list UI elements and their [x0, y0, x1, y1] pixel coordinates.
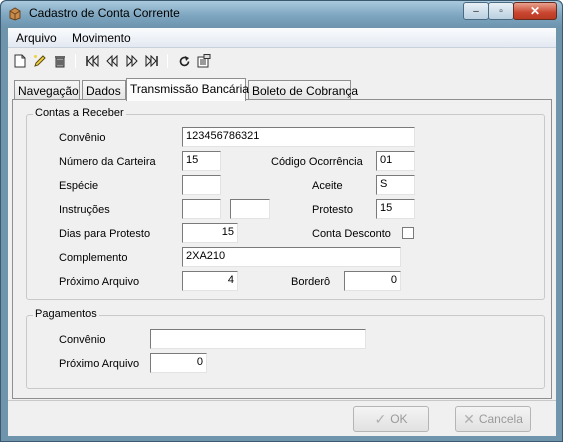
window-title: Cadastro de Conta Corrente — [29, 6, 180, 20]
pagamentos-convenio-field[interactable] — [150, 329, 366, 349]
app-icon — [9, 7, 21, 21]
toolbar-separator — [75, 54, 76, 68]
refresh-icon[interactable] — [176, 53, 192, 69]
footer-separator — [8, 400, 556, 401]
pagamentos-proximo-arquivo-field[interactable]: 0 — [150, 353, 207, 373]
complemento-label: Complemento — [59, 252, 128, 264]
new-document-icon[interactable] — [12, 53, 28, 69]
complemento-field[interactable]: 2XA210 — [182, 247, 401, 267]
convenio-field[interactable]: 123456786321 — [182, 127, 415, 147]
maximize-button[interactable]: ▫ — [488, 2, 514, 20]
tab-navegacao[interactable]: Navegação — [14, 80, 80, 100]
pagamentos-convenio-label: Convênio — [59, 334, 106, 346]
instrucoes-label: Instruções — [59, 204, 110, 216]
properties-icon[interactable] — [196, 53, 212, 69]
instrucoes-field-2[interactable] — [230, 199, 270, 219]
protesto-label: Protesto — [312, 204, 353, 216]
protesto-field[interactable]: 15 — [376, 199, 415, 219]
bordero-field[interactable]: 0 — [344, 271, 401, 291]
numero-carteira-label: Número da Carteira — [59, 156, 156, 168]
codigo-ocorrencia-label: Código Ocorrência — [271, 156, 363, 168]
minimize-icon: – — [473, 5, 479, 17]
close-button[interactable]: ✕ — [513, 2, 557, 20]
pagamentos-group: Pagamentos — [26, 308, 545, 389]
aceite-label: Aceite — [312, 180, 343, 192]
ok-button[interactable]: ✓ OK — [353, 406, 429, 432]
cancel-button-label: Cancela — [478, 412, 523, 426]
proximo-arquivo-label: Próximo Arquivo — [59, 276, 140, 288]
client-area: Arquivo Movimento Navegação Dados Transm… — [8, 28, 556, 436]
next-record-icon[interactable] — [124, 53, 140, 69]
tab-transmissao-bancaria[interactable]: Transmissão Bancária — [126, 78, 249, 101]
cancel-x-icon: ✕ — [463, 410, 475, 427]
tab-panel-transmissao: Contas a Receber Convênio 123456786321 N… — [12, 99, 552, 399]
tab-boleto-cobranca[interactable]: Boleto de Cobrança — [248, 80, 358, 100]
menu-arquivo[interactable]: Arquivo — [16, 31, 57, 45]
cancel-button[interactable]: ✕ Cancela — [455, 406, 531, 432]
minimize-button[interactable]: – — [463, 2, 489, 20]
bordero-label: Borderô — [291, 276, 331, 288]
aceite-field[interactable]: S — [376, 175, 415, 195]
title-bar[interactable]: Cadastro de Conta Corrente – ▫ ✕ — [1, 1, 562, 27]
contas-receber-title: Contas a Receber — [33, 107, 126, 119]
proximo-arquivo-field[interactable]: 4 — [182, 271, 238, 291]
tab-strip: Navegação Dados Transmissão Bancária Bol… — [14, 78, 554, 101]
delete-trash-icon[interactable] — [52, 53, 68, 69]
first-record-icon[interactable] — [84, 53, 100, 69]
checkmark-icon: ✓ — [374, 410, 387, 427]
toolbar — [8, 50, 556, 74]
ok-button-label: OK — [390, 412, 408, 426]
numero-carteira-field[interactable]: 15 — [182, 151, 221, 171]
last-record-icon[interactable] — [144, 53, 160, 69]
convenio-label: Convênio — [59, 132, 106, 144]
pagamentos-proximo-arquivo-label: Próximo Arquivo — [59, 358, 140, 370]
dias-protesto-field[interactable]: 15 — [182, 223, 238, 243]
close-icon: ✕ — [529, 4, 541, 18]
maximize-icon: ▫ — [499, 5, 503, 17]
menu-bar: Arquivo Movimento — [8, 28, 556, 48]
main-window: Cadastro de Conta Corrente – ▫ ✕ Arquivo… — [0, 0, 563, 442]
toolbar-separator — [167, 54, 168, 68]
instrucoes-field-1[interactable] — [182, 199, 221, 219]
edit-pencil-icon[interactable] — [32, 53, 48, 69]
menu-movimento[interactable]: Movimento — [72, 31, 131, 45]
pagamentos-title: Pagamentos — [33, 308, 99, 320]
prior-record-icon[interactable] — [104, 53, 120, 69]
especie-label: Espécie — [59, 180, 99, 192]
conta-desconto-label: Conta Desconto — [312, 228, 391, 240]
conta-desconto-checkbox[interactable] — [402, 227, 414, 239]
especie-field[interactable] — [182, 175, 221, 195]
tab-dados[interactable]: Dados — [82, 80, 126, 100]
codigo-ocorrencia-field[interactable]: 01 — [376, 151, 415, 171]
dias-protesto-label: Dias para Protesto — [59, 228, 151, 240]
